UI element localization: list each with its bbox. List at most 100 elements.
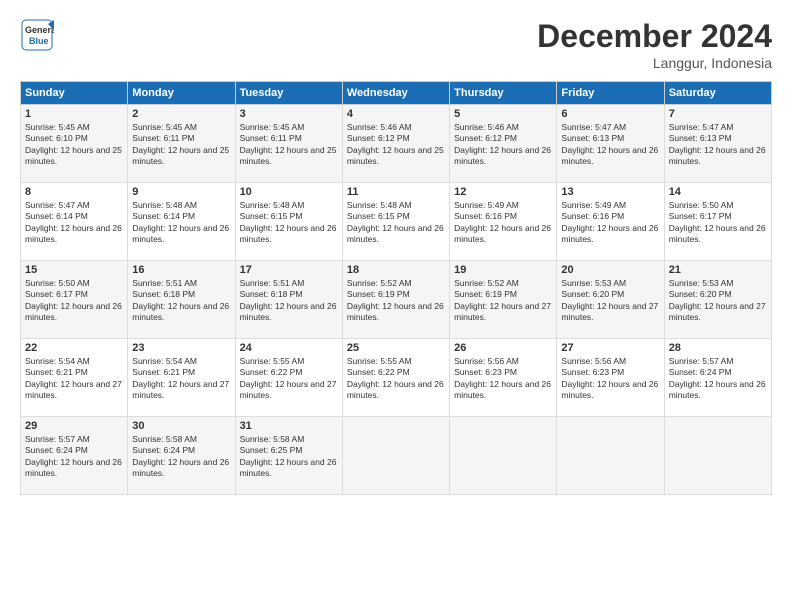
- logo-icon: General Blue: [20, 18, 54, 52]
- day-number: 6: [561, 108, 659, 120]
- table-cell: 8Sunrise: 5:47 AM Sunset: 6:14 PM Daylig…: [21, 183, 128, 261]
- day-number: 29: [25, 420, 123, 432]
- col-wednesday: Wednesday: [342, 82, 449, 105]
- table-cell: 13Sunrise: 5:49 AM Sunset: 6:16 PM Dayli…: [557, 183, 664, 261]
- table-cell: 19 Sunrise: 5:52 AM Sunset: 6:19 PM Dayli…: [450, 261, 557, 339]
- day-detail: Sunrise: 5:48 AM Sunset: 6:15 PM Dayligh…: [347, 200, 445, 246]
- table-cell: 11Sunrise: 5:48 AM Sunset: 6:15 PM Dayli…: [342, 183, 449, 261]
- col-thursday: Thursday: [450, 82, 557, 105]
- day-number: 9: [132, 186, 230, 198]
- day-detail: Sunrise: 5:49 AM Sunset: 6:16 PM Dayligh…: [454, 200, 552, 246]
- month-title: December 2024: [537, 18, 772, 55]
- day-number: 17: [240, 264, 338, 276]
- title-block: December 2024 Langgur, Indonesia: [537, 18, 772, 71]
- table-cell: 25Sunrise: 5:55 AM Sunset: 6:22 PM Dayli…: [342, 339, 449, 417]
- col-tuesday: Tuesday: [235, 82, 342, 105]
- day-detail: Sunrise: 5:45 AM Sunset: 6:10 PM Dayligh…: [25, 122, 123, 168]
- header-row: Sunday Monday Tuesday Wednesday Thursday…: [21, 82, 772, 105]
- day-detail: Sunrise: 5:58 AM Sunset: 6:25 PM Dayligh…: [240, 434, 338, 480]
- table-cell: 10 Sunrise: 5:48 AM Sunset: 6:15 PM Dayli…: [235, 183, 342, 261]
- col-monday: Monday: [128, 82, 235, 105]
- table-cell: 14 Sunrise: 5:50 AM Sunset: 6:17 PM Dayli…: [664, 183, 771, 261]
- day-detail: Sunrise: 5:53 AM Sunset: 6:20 PM Dayligh…: [669, 278, 767, 324]
- day-number: 10: [240, 186, 338, 198]
- day-detail: Sunrise: 5:57 AM Sunset: 6:24 PM Dayligh…: [669, 356, 767, 402]
- day-detail: Sunrise: 5:54 AM Sunset: 6:21 PM Dayligh…: [25, 356, 123, 402]
- day-number: 24: [240, 342, 338, 354]
- calendar-week-row: 1 Sunrise: 5:45 AM Sunset: 6:10 PM Daylig…: [21, 105, 772, 183]
- calendar-week-row: 15 Sunrise: 5:50 AM Sunset: 6:17 PM Dayli…: [21, 261, 772, 339]
- day-number: 18: [347, 264, 445, 276]
- table-cell: 1 Sunrise: 5:45 AM Sunset: 6:10 PM Daylig…: [21, 105, 128, 183]
- day-detail: Sunrise: 5:50 AM Sunset: 6:17 PM Dayligh…: [25, 278, 123, 324]
- day-detail: Sunrise: 5:51 AM Sunset: 6:18 PM Dayligh…: [132, 278, 230, 324]
- svg-text:Blue: Blue: [29, 36, 49, 46]
- table-cell: 24 Sunrise: 5:55 AM Sunset: 6:22 PM Dayli…: [235, 339, 342, 417]
- table-cell: 26 Sunrise: 5:56 AM Sunset: 6:23 PM Dayli…: [450, 339, 557, 417]
- day-detail: Sunrise: 5:58 AM Sunset: 6:24 PM Dayligh…: [132, 434, 230, 480]
- col-friday: Friday: [557, 82, 664, 105]
- day-number: 7: [669, 108, 767, 120]
- day-number: 31: [240, 420, 338, 432]
- table-cell: 4 Sunrise: 5:46 AM Sunset: 6:12 PM Daylig…: [342, 105, 449, 183]
- calendar-week-row: 29Sunrise: 5:57 AM Sunset: 6:24 PM Dayli…: [21, 417, 772, 495]
- day-number: 13: [561, 186, 659, 198]
- calendar-week-row: 8Sunrise: 5:47 AM Sunset: 6:14 PM Daylig…: [21, 183, 772, 261]
- table-cell: 18 Sunrise: 5:52 AM Sunset: 6:19 PM Dayli…: [342, 261, 449, 339]
- day-detail: Sunrise: 5:47 AM Sunset: 6:14 PM Dayligh…: [25, 200, 123, 246]
- day-detail: Sunrise: 5:53 AM Sunset: 6:20 PM Dayligh…: [561, 278, 659, 324]
- table-cell: 27Sunrise: 5:56 AM Sunset: 6:23 PM Dayli…: [557, 339, 664, 417]
- table-cell: 15 Sunrise: 5:50 AM Sunset: 6:17 PM Dayli…: [21, 261, 128, 339]
- day-detail: Sunrise: 5:48 AM Sunset: 6:14 PM Dayligh…: [132, 200, 230, 246]
- table-cell: 7 Sunrise: 5:47 AM Sunset: 6:13 PM Daylig…: [664, 105, 771, 183]
- header: General Blue December 2024 Langgur, Indo…: [20, 18, 772, 71]
- table-cell: 21 Sunrise: 5:53 AM Sunset: 6:20 PM Dayli…: [664, 261, 771, 339]
- day-detail: Sunrise: 5:55 AM Sunset: 6:22 PM Dayligh…: [347, 356, 445, 402]
- day-number: 19: [454, 264, 552, 276]
- day-number: 14: [669, 186, 767, 198]
- day-detail: Sunrise: 5:55 AM Sunset: 6:22 PM Dayligh…: [240, 356, 338, 402]
- day-number: 12: [454, 186, 552, 198]
- day-number: 20: [561, 264, 659, 276]
- day-detail: Sunrise: 5:47 AM Sunset: 6:13 PM Dayligh…: [669, 122, 767, 168]
- calendar-table: Sunday Monday Tuesday Wednesday Thursday…: [20, 81, 772, 495]
- col-saturday: Saturday: [664, 82, 771, 105]
- day-detail: Sunrise: 5:51 AM Sunset: 6:18 PM Dayligh…: [240, 278, 338, 324]
- table-cell: 23 Sunrise: 5:54 AM Sunset: 6:21 PM Dayli…: [128, 339, 235, 417]
- day-detail: Sunrise: 5:48 AM Sunset: 6:15 PM Dayligh…: [240, 200, 338, 246]
- table-cell: [557, 417, 664, 495]
- day-number: 30: [132, 420, 230, 432]
- day-detail: Sunrise: 5:54 AM Sunset: 6:21 PM Dayligh…: [132, 356, 230, 402]
- table-cell: 31 Sunrise: 5:58 AM Sunset: 6:25 PM Dayli…: [235, 417, 342, 495]
- table-cell: 16 Sunrise: 5:51 AM Sunset: 6:18 PM Dayli…: [128, 261, 235, 339]
- day-detail: Sunrise: 5:45 AM Sunset: 6:11 PM Dayligh…: [240, 122, 338, 168]
- day-number: 23: [132, 342, 230, 354]
- table-cell: 2Sunrise: 5:45 AM Sunset: 6:11 PM Daylig…: [128, 105, 235, 183]
- day-number: 15: [25, 264, 123, 276]
- table-cell: [450, 417, 557, 495]
- table-cell: 9 Sunrise: 5:48 AM Sunset: 6:14 PM Daylig…: [128, 183, 235, 261]
- day-detail: Sunrise: 5:56 AM Sunset: 6:23 PM Dayligh…: [454, 356, 552, 402]
- table-cell: 30 Sunrise: 5:58 AM Sunset: 6:24 PM Dayli…: [128, 417, 235, 495]
- day-number: 3: [240, 108, 338, 120]
- calendar-page: General Blue December 2024 Langgur, Indo…: [0, 0, 792, 612]
- day-number: 2: [132, 108, 230, 120]
- table-cell: 29Sunrise: 5:57 AM Sunset: 6:24 PM Dayli…: [21, 417, 128, 495]
- table-cell: 5Sunrise: 5:46 AM Sunset: 6:12 PM Daylig…: [450, 105, 557, 183]
- table-cell: 3 Sunrise: 5:45 AM Sunset: 6:11 PM Daylig…: [235, 105, 342, 183]
- day-number: 21: [669, 264, 767, 276]
- day-detail: Sunrise: 5:52 AM Sunset: 6:19 PM Dayligh…: [347, 278, 445, 324]
- day-number: 1: [25, 108, 123, 120]
- day-number: 4: [347, 108, 445, 120]
- day-number: 22: [25, 342, 123, 354]
- table-cell: 22 Sunrise: 5:54 AM Sunset: 6:21 PM Dayli…: [21, 339, 128, 417]
- day-number: 26: [454, 342, 552, 354]
- day-number: 16: [132, 264, 230, 276]
- day-detail: Sunrise: 5:46 AM Sunset: 6:12 PM Dayligh…: [454, 122, 552, 168]
- day-detail: Sunrise: 5:52 AM Sunset: 6:19 PM Dayligh…: [454, 278, 552, 324]
- col-sunday: Sunday: [21, 82, 128, 105]
- table-cell: 12 Sunrise: 5:49 AM Sunset: 6:16 PM Dayli…: [450, 183, 557, 261]
- day-detail: Sunrise: 5:46 AM Sunset: 6:12 PM Dayligh…: [347, 122, 445, 168]
- table-cell: 6Sunrise: 5:47 AM Sunset: 6:13 PM Daylig…: [557, 105, 664, 183]
- day-detail: Sunrise: 5:50 AM Sunset: 6:17 PM Dayligh…: [669, 200, 767, 246]
